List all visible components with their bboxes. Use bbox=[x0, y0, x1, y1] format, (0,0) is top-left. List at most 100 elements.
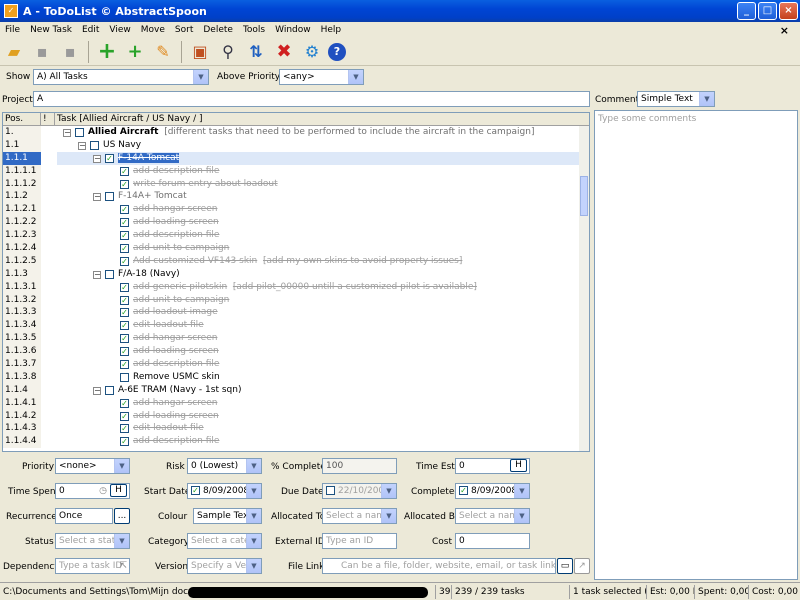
scroll-thumb[interactable] bbox=[580, 176, 588, 216]
flag-column-header[interactable]: ! bbox=[41, 113, 55, 125]
task-checkbox[interactable]: ✓ bbox=[120, 321, 129, 331]
task-cell[interactable]: − A-6E TRAM (Navy - 1st sqn) bbox=[57, 384, 579, 397]
category-select[interactable]: Select a category ▼ bbox=[187, 533, 262, 549]
task-text[interactable]: F-14A+ Tomcat bbox=[118, 190, 187, 203]
task-text[interactable]: add unit to campaign bbox=[133, 294, 229, 307]
completed-date-picker[interactable]: ✓ 8/09/2008 ▼ bbox=[455, 483, 530, 499]
recurrence-input[interactable]: Once bbox=[55, 508, 113, 524]
task-cell[interactable]: ✓ edit loadout file bbox=[57, 319, 579, 332]
priority-select[interactable]: <none> ▼ bbox=[55, 458, 130, 474]
menu-view[interactable]: View bbox=[104, 25, 135, 35]
task-cell[interactable]: ✓ add loadout image bbox=[57, 306, 579, 319]
task-text[interactable]: add hangar screen bbox=[133, 397, 217, 410]
task-cell[interactable]: ✓ add unit to campaign bbox=[57, 294, 579, 307]
recurrence-button[interactable]: ... bbox=[114, 508, 130, 524]
task-row[interactable]: 1.1.1.2 ✓ write forum entry about loadout bbox=[3, 177, 589, 191]
preferences-gear-icon[interactable]: ⚙ bbox=[300, 40, 324, 64]
task-checkbox[interactable]: ✓ bbox=[120, 282, 129, 292]
open-link-icon[interactable]: ↗ bbox=[574, 558, 590, 574]
task-row[interactable]: 1.1.2 − F-14A+ Tomcat bbox=[3, 190, 589, 204]
task-text[interactable]: F-14A Tomcat bbox=[118, 152, 180, 165]
task-tree[interactable]: Pos. ! Task [Allied Aircraft / US Navy /… bbox=[2, 112, 590, 452]
completed-checkbox[interactable]: ✓ bbox=[459, 486, 468, 495]
task-checkbox[interactable]: ✓ bbox=[120, 218, 129, 228]
show-filter-select[interactable]: A) All Tasks ▼ bbox=[33, 69, 209, 85]
menu-new-task[interactable]: New Task bbox=[25, 25, 77, 35]
task-text[interactable]: write forum entry about loadout bbox=[133, 178, 278, 191]
task-cell[interactable]: ✓ add loading screen bbox=[57, 345, 579, 358]
task-checkbox[interactable]: ✓ bbox=[120, 231, 129, 241]
status-select[interactable]: Select a status ▼ bbox=[55, 533, 130, 549]
find-icon[interactable]: ⚲ bbox=[216, 40, 240, 64]
task-checkbox[interactable]: ✓ bbox=[105, 153, 114, 163]
task-row[interactable]: 1.1.4.2 ✓ add loading screen bbox=[3, 409, 589, 423]
pos-column-header[interactable]: Pos. bbox=[3, 113, 41, 125]
minimize-button[interactable]: _ bbox=[737, 2, 756, 20]
task-cell[interactable]: ✓ write forum entry about loadout bbox=[57, 178, 579, 191]
new-task-icon[interactable]: + bbox=[95, 39, 119, 64]
task-row[interactable]: 1.1.3.4 ✓ edit loadout file bbox=[3, 319, 589, 333]
priority-filter-select[interactable]: <any> ▼ bbox=[279, 69, 364, 85]
task-checkbox[interactable]: ✓ bbox=[120, 256, 129, 266]
pct-complete-input[interactable]: 100 bbox=[322, 458, 397, 474]
task-checkbox[interactable]: ✓ bbox=[120, 308, 129, 318]
task-checkbox[interactable] bbox=[105, 192, 114, 202]
task-cell[interactable]: ✓ add unit to campaign bbox=[57, 242, 579, 255]
risk-select[interactable]: 0 (Lowest) ▼ bbox=[187, 458, 262, 474]
project-input[interactable]: A bbox=[33, 91, 590, 107]
task-text[interactable]: add description file bbox=[133, 358, 219, 371]
allocated-by-select[interactable]: Select a name ▼ bbox=[455, 508, 530, 524]
task-checkbox[interactable] bbox=[90, 140, 99, 150]
task-row[interactable]: 1.1.1.1 ✓ add description file bbox=[3, 164, 589, 178]
task-text[interactable]: edit loadout file bbox=[133, 319, 204, 332]
collapse-icon[interactable]: − bbox=[63, 129, 71, 137]
task-text[interactable]: add loading screen bbox=[133, 345, 219, 358]
start-date-picker[interactable]: ✓ 8/09/2008 ▼ bbox=[187, 483, 262, 499]
save-all-icon[interactable]: ▪ bbox=[58, 40, 82, 64]
task-checkbox[interactable] bbox=[120, 372, 129, 382]
time-est-unit-button[interactable]: H bbox=[510, 459, 527, 472]
close-button[interactable]: × bbox=[779, 2, 798, 20]
collapse-icon[interactable]: − bbox=[93, 154, 101, 163]
close-doc-icon[interactable]: × bbox=[775, 24, 794, 37]
task-row[interactable]: 1.1.3.7 ✓ add description file bbox=[3, 358, 589, 371]
help-icon[interactable]: ? bbox=[328, 42, 346, 61]
sort-icon[interactable]: ⇅ bbox=[244, 40, 268, 64]
task-column-header[interactable]: Task [Allied Aircraft / US Navy / ] bbox=[55, 113, 589, 125]
task-checkbox[interactable]: ✓ bbox=[120, 424, 129, 434]
task-row[interactable]: 1.1.2.1 ✓ add hangar screen bbox=[3, 203, 589, 217]
task-text[interactable]: add loading screen bbox=[133, 410, 219, 423]
menu-move[interactable]: Move bbox=[136, 25, 170, 35]
save-icon[interactable]: ▪ bbox=[30, 40, 54, 64]
task-checkbox[interactable]: ✓ bbox=[120, 244, 129, 254]
task-cell[interactable]: ✓ add hangar screen bbox=[57, 332, 579, 345]
task-text[interactable]: add loadout image bbox=[133, 306, 218, 319]
task-row[interactable]: 1.1.4.3 ✓ edit loadout file bbox=[3, 422, 589, 436]
task-checkbox[interactable]: ✓ bbox=[120, 179, 129, 189]
task-cell[interactable]: − US Navy bbox=[57, 139, 579, 152]
dependency-input[interactable]: Type a task ID ⇱ bbox=[55, 558, 130, 574]
task-row[interactable]: 1.1.2.3 ✓ add description file bbox=[3, 229, 589, 243]
collapse-icon[interactable]: − bbox=[93, 270, 101, 279]
task-row[interactable]: 1.1.4.4 ✓ add description file bbox=[3, 435, 589, 449]
task-cell[interactable]: ✓ add hangar screen bbox=[57, 203, 579, 216]
task-row[interactable]: 1.1.3.8 Remove USMC skin bbox=[3, 370, 589, 384]
task-checkbox[interactable] bbox=[105, 269, 114, 279]
task-checkbox[interactable]: ✓ bbox=[120, 334, 129, 344]
menu-edit[interactable]: Edit bbox=[77, 25, 104, 35]
version-select[interactable]: Specify a Version ▼ bbox=[187, 558, 262, 574]
task-checkbox[interactable]: ✓ bbox=[120, 398, 129, 408]
delete-icon[interactable]: ✖ bbox=[272, 40, 296, 64]
link-icon[interactable]: ⇱ bbox=[119, 559, 127, 573]
maximize-button[interactable]: □ bbox=[758, 2, 777, 20]
time-spent-unit-button[interactable]: H bbox=[110, 484, 127, 497]
menu-tools[interactable]: Tools bbox=[238, 25, 270, 35]
task-cell[interactable]: ✓ add hangar screen bbox=[57, 397, 579, 410]
time-spent-input[interactable]: 0 ◷ H bbox=[55, 483, 130, 499]
task-row[interactable]: 1.1.3.1 ✓ add generic pilotskin [add pilot… bbox=[3, 280, 589, 294]
task-text[interactable]: add loading screen bbox=[133, 216, 219, 229]
edit-pencil-icon[interactable]: ✎ bbox=[151, 40, 175, 64]
cost-input[interactable]: 0 bbox=[455, 533, 530, 549]
allocated-to-select[interactable]: Select a name ▼ bbox=[322, 508, 397, 524]
collapse-icon[interactable]: − bbox=[93, 193, 101, 202]
